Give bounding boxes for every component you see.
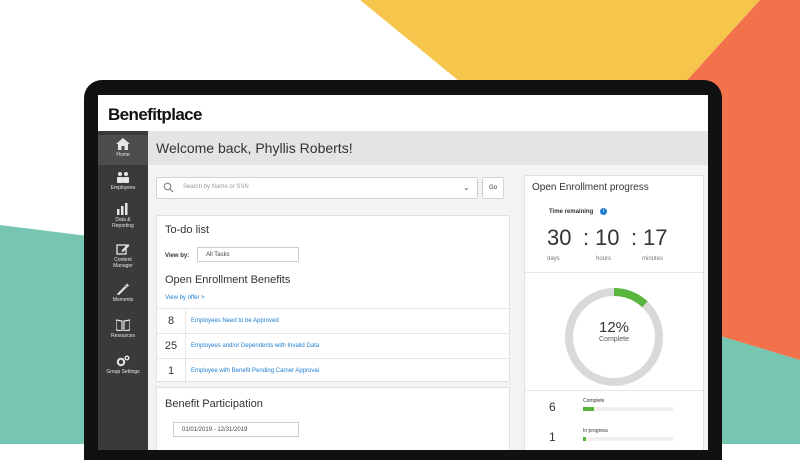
list-item[interactable]: 8 Employees Need to be Approved: [157, 308, 509, 333]
in-progress-bar: [583, 437, 586, 441]
brand-logo[interactable]: Benefitplace: [108, 105, 202, 125]
sidebar-item-label: Home: [116, 152, 130, 158]
chevron-down-icon[interactable]: ⌄: [463, 183, 470, 192]
date-range-select[interactable]: 01/01/2019 - 12/31/2019: [173, 422, 299, 437]
todo-card: To-do list View by: All Tasks Open Enrol…: [156, 215, 510, 383]
divider: [525, 272, 703, 273]
percent-complete: 12%: [598, 319, 630, 336]
wand-icon: [117, 283, 130, 295]
separator: :: [631, 225, 638, 250]
todo-title: To-do list: [165, 224, 210, 236]
complete-label: Complete: [583, 398, 605, 404]
view-by-label: View by:: [165, 253, 190, 259]
complete-bar: [583, 407, 594, 411]
edit-icon: [116, 244, 130, 255]
sidebar-item-home[interactable]: Home: [98, 135, 148, 165]
task-count: 25: [157, 334, 186, 358]
benefit-participation-title: Benefit Participation: [165, 398, 263, 410]
sidebar-item-label: Moments: [112, 297, 134, 303]
sidebar-item-label-line2: Manager: [113, 263, 133, 269]
top-bar: Benefitplace: [98, 95, 708, 132]
days-label: days: [547, 256, 560, 262]
divider: [525, 390, 703, 391]
in-progress-count: 1: [549, 430, 556, 444]
open-enrollment-title: Open Enrollment progress: [532, 182, 649, 193]
sidebar-item-data-reporting[interactable]: Data & Reporting: [98, 203, 148, 231]
sidebar-item-label: Employees: [110, 185, 136, 191]
sidebar: Home Employees Data & Reporting Content …: [98, 131, 148, 450]
in-progress-bar-track: [583, 437, 673, 441]
task-link[interactable]: Employees Need to be Approved: [191, 318, 279, 324]
book-icon: [116, 319, 130, 331]
home-icon: [116, 138, 130, 150]
list-item[interactable]: 1 Employee with Benefit Pending Carrier …: [157, 358, 509, 383]
people-icon: [117, 172, 129, 183]
time-remaining-label: Time remaining: [549, 209, 594, 215]
percent-complete-label: Complete: [599, 336, 629, 343]
sidebar-item-resources[interactable]: Resources: [98, 319, 148, 343]
search-input[interactable]: Search by Name or SSN ⌄: [156, 177, 478, 199]
open-enrollment-card: Open Enrollment progress Time remaining …: [524, 175, 704, 450]
search-icon: [163, 182, 174, 193]
search-placeholder: Search by Name or SSN: [183, 184, 249, 190]
sidebar-item-group-settings[interactable]: Group Settings: [98, 355, 148, 379]
view-by-select[interactable]: All Tasks: [197, 247, 299, 262]
separator: :: [583, 225, 590, 250]
hours-value: 10: [595, 225, 620, 250]
welcome-bar: Welcome back, Phyllis Roberts!: [148, 131, 708, 165]
days-value: 30: [547, 225, 572, 250]
app-screen: Benefitplace Home Employees Data & Repor…: [98, 95, 708, 450]
complete-count: 6: [549, 400, 556, 414]
benefit-participation-card: Benefit Participation 01/01/2019 - 12/31…: [156, 387, 510, 450]
go-button[interactable]: Go: [482, 177, 504, 199]
open-enrollment-benefits-title: Open Enrollment Benefits: [165, 274, 291, 286]
sidebar-item-label: Group Settings: [106, 369, 140, 375]
task-count: 1: [157, 359, 186, 383]
sidebar-item-moments[interactable]: Moments: [98, 283, 148, 307]
hours-label: hours: [596, 256, 612, 262]
sidebar-item-label: Resources: [111, 333, 135, 339]
in-progress-label: In progress: [583, 428, 609, 434]
task-link[interactable]: Employee with Benefit Pending Carrier Ap…: [191, 368, 319, 374]
page-title: Welcome back, Phyllis Roberts!: [156, 140, 353, 156]
sidebar-item-label-line2: Reporting: [112, 223, 134, 229]
complete-bar-track: [583, 407, 673, 411]
task-link[interactable]: Employees and/or Dependents with Invalid…: [191, 343, 319, 349]
view-by-offer-link[interactable]: View by offer >: [165, 295, 205, 301]
minutes-value: 17: [643, 225, 668, 250]
info-icon[interactable]: i: [600, 208, 607, 215]
list-item[interactable]: 25 Employees and/or Dependents with Inva…: [157, 333, 509, 358]
task-count: 8: [157, 309, 186, 333]
bar-chart-icon: [117, 203, 128, 215]
main-content: Welcome back, Phyllis Roberts! Search by…: [148, 131, 708, 450]
sidebar-item-employees[interactable]: Employees: [98, 171, 148, 195]
minutes-label: minutes: [642, 256, 664, 262]
sidebar-item-content-manager[interactable]: Content Manager: [98, 243, 148, 273]
gear-icon: [116, 355, 130, 367]
